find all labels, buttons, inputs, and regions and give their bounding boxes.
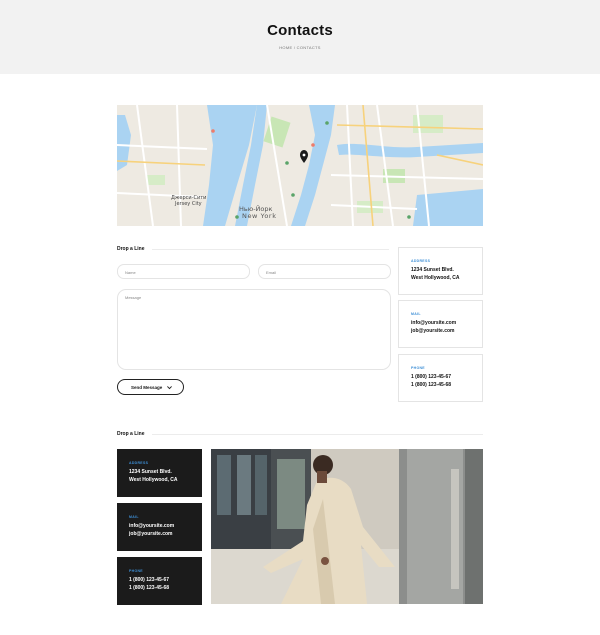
mail-dark-link-job[interactable]: job@yoursite.com (129, 531, 173, 537)
phone-caption: PHONE (411, 366, 425, 370)
map-label-jersey-en: Jersey City (174, 201, 202, 207)
page-title: Contacts (267, 22, 333, 39)
mail-dark-caption: MAIL (129, 515, 139, 519)
phone-link-1[interactable]: 1 (800) 123-45-67 (411, 374, 451, 380)
mail-card: MAIL info@yoursite.com job@yoursite.com (398, 300, 483, 348)
email-input[interactable]: Email (258, 264, 391, 279)
info-section-title: Drop a Line (117, 431, 145, 437)
send-message-button[interactable]: Send Message (117, 379, 184, 395)
mail-link-job[interactable]: job@yoursite.com (411, 328, 455, 334)
message-placeholder: Message (125, 295, 142, 300)
map-label-ny-en: New York (242, 212, 277, 220)
send-message-label: Send Message (131, 385, 163, 390)
breadcrumb: HOME / CONTACTS (279, 45, 321, 50)
mail-link-info[interactable]: info@yoursite.com (411, 320, 456, 326)
address-card: ADDRESS 1234 Sunset Blvd. West Hollywood… (398, 247, 483, 295)
phone-dark-link-1[interactable]: 1 (800) 123-45-67 (129, 577, 169, 583)
address-dark-line-1: 1234 Sunset Blvd. (129, 469, 172, 475)
section-divider (152, 434, 483, 435)
address-dark-caption: ADDRESS (129, 461, 149, 465)
address-caption: ADDRESS (411, 259, 431, 263)
chevron-down-icon (167, 386, 172, 390)
location-map[interactable]: Джерси-Сити Jersey City Нью-Йорк New Yor… (117, 105, 483, 226)
photo-graphic (211, 449, 483, 604)
address-dark-card: ADDRESS 1234 Sunset Blvd. West Hollywood… (117, 449, 202, 497)
page-header: Contacts HOME / CONTACTS (0, 0, 600, 74)
mail-dark-card: MAIL info@yoursite.com job@yoursite.com (117, 503, 202, 551)
phone-dark-caption: PHONE (129, 569, 143, 573)
mail-caption: MAIL (411, 312, 421, 316)
message-textarea[interactable]: Message (117, 289, 391, 370)
email-placeholder: Email (266, 270, 277, 275)
address-dark-line-2: West Hollywood, CA (129, 477, 178, 483)
phone-card: PHONE 1 (800) 123-45-67 1 (800) 123-45-6… (398, 354, 483, 402)
phone-link-2[interactable]: 1 (800) 123-45-68 (411, 382, 451, 388)
name-placeholder: Name (125, 270, 136, 275)
phone-dark-card: PHONE 1 (800) 123-45-67 1 (800) 123-45-6… (117, 557, 202, 605)
form-section-title: Drop a Line (117, 246, 145, 252)
mail-dark-link-info[interactable]: info@yoursite.com (129, 523, 174, 529)
map-graphic: Джерси-Сити Jersey City Нью-Йорк New Yor… (117, 105, 483, 226)
phone-dark-link-2[interactable]: 1 (800) 123-45-68 (129, 585, 169, 591)
address-line-1: 1234 Sunset Blvd. (411, 267, 454, 273)
fashion-photo (211, 449, 483, 604)
section-divider (152, 249, 389, 250)
name-input[interactable]: Name (117, 264, 250, 279)
address-line-2: West Hollywood, CA (411, 275, 460, 281)
